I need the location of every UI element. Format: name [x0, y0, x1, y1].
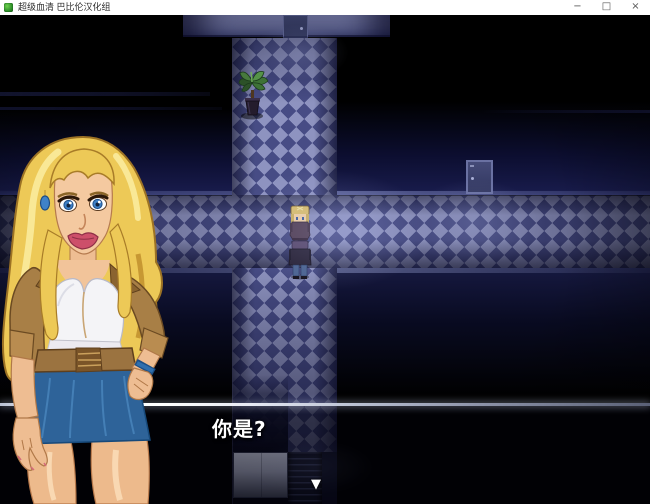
- plant-pot: [245, 98, 260, 116]
- sprite-player-back: [288, 240, 312, 280]
- plant-leaves: [238, 71, 269, 92]
- wall-upper-right: [337, 15, 650, 195]
- minimize-button[interactable]: −: [563, 0, 592, 15]
- dialogue-text: 你是?: [212, 417, 267, 441]
- wall-trim: [0, 92, 210, 96]
- dialogue-continue-arrow-icon[interactable]: ▼: [311, 478, 321, 491]
- door-knob: [300, 27, 303, 30]
- character-sprites: [288, 205, 312, 285]
- door-top-wall: [283, 15, 308, 38]
- sprite-blonde-npc: [289, 205, 311, 245]
- portrait-blonde-woman: [1, 135, 169, 504]
- door-right-wall: [466, 160, 493, 194]
- close-button[interactable]: ×: [621, 0, 650, 15]
- ledge-highlight: [337, 268, 650, 273]
- game-window: 超级血清 巴比伦汉化组 − □ × 你是? ▼: [0, 0, 650, 504]
- title-bar[interactable]: 超级血清 巴比伦汉化组 − □ ×: [0, 0, 650, 15]
- wall-trim: [480, 110, 650, 113]
- cuff-left: [9, 329, 35, 361]
- maximize-button[interactable]: □: [592, 0, 621, 15]
- door-knob: [471, 177, 474, 180]
- wall-base-highlight: [337, 191, 650, 196]
- hand-right: [127, 367, 154, 401]
- forearm-left: [10, 355, 39, 421]
- potted-plant: [238, 69, 270, 121]
- wall-trim: [0, 107, 222, 110]
- character-portrait: [0, 134, 173, 504]
- window-title: 超级血清 巴比伦汉化组: [18, 2, 111, 12]
- window-controls: − □ ×: [563, 0, 650, 15]
- door-hinge: [470, 165, 474, 167]
- app-icon: [4, 3, 13, 12]
